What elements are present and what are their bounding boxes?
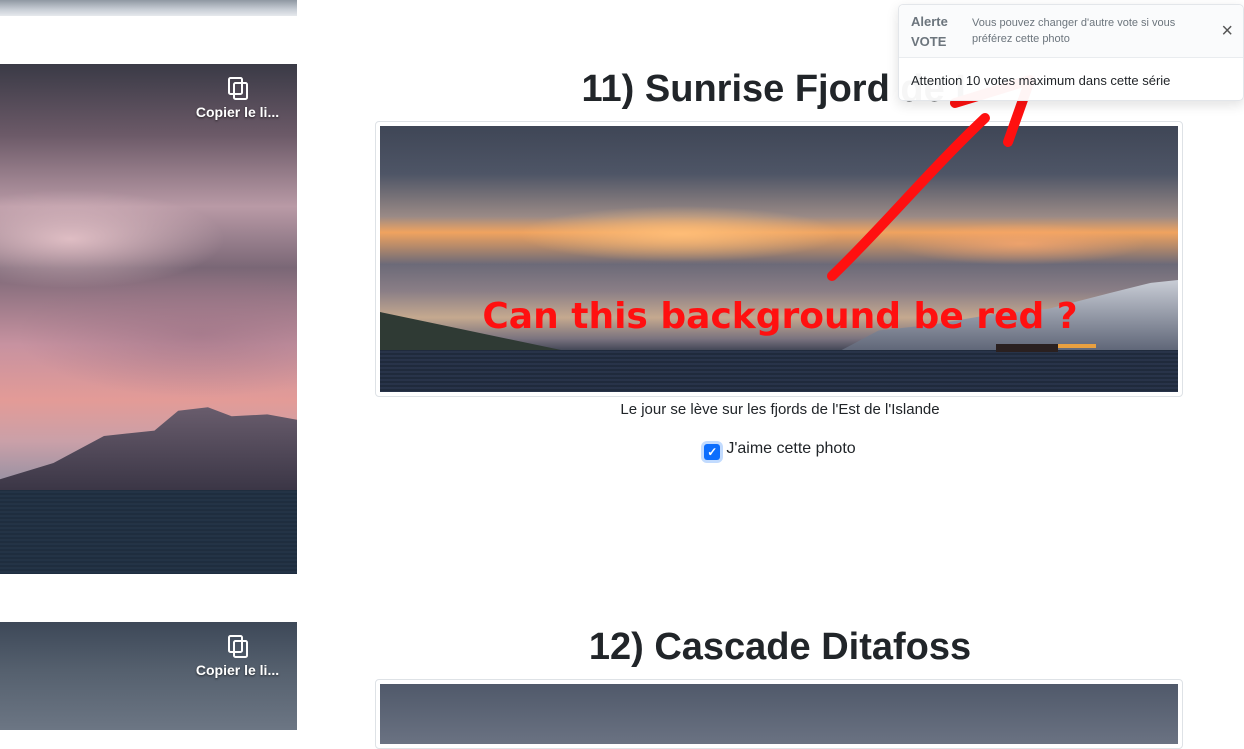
toast-header: Alerte VOTE Vous pouvez changer d'autre … bbox=[899, 5, 1243, 58]
close-icon[interactable]: × bbox=[1221, 21, 1233, 41]
copy-icon bbox=[227, 635, 248, 658]
toast-title: Alerte bbox=[911, 14, 948, 29]
photo-sea bbox=[380, 350, 1178, 392]
thumbnail-photo-12[interactable]: Copier le li... bbox=[0, 622, 297, 730]
photo-caption: Le jour se lève sur les fjords de l'Est … bbox=[620, 401, 940, 418]
like-checkbox-row[interactable]: ✓ J'aime cette photo bbox=[376, 440, 1184, 460]
toast-subtitle: Vous pouvez changer d'autre vote si vous… bbox=[972, 17, 1176, 45]
thumbnail-previous[interactable] bbox=[0, 0, 297, 16]
toast-message: Attention 10 votes maximum dans cette sé… bbox=[911, 73, 1171, 88]
thumbnail-mountain bbox=[0, 407, 297, 490]
photo-frame bbox=[375, 121, 1183, 397]
photo-boat bbox=[996, 344, 1058, 352]
annotation-text: Can this background be red ? bbox=[482, 296, 1078, 337]
copy-link-label: Copier le li... bbox=[195, 662, 280, 678]
thumbnail-water bbox=[0, 490, 297, 574]
photo-image[interactable] bbox=[380, 126, 1178, 392]
copy-icon bbox=[227, 77, 248, 100]
vote-alert-toast: Alerte VOTE Vous pouvez changer d'autre … bbox=[898, 4, 1244, 101]
thumbnail-photo-11[interactable]: Copier le li... bbox=[0, 64, 297, 574]
photo-image[interactable] bbox=[380, 684, 1178, 744]
toast-title-secondary: VOTE bbox=[911, 34, 947, 49]
copy-link-button[interactable]: Copier le li... bbox=[190, 634, 285, 678]
photo-title: 12) Cascade Ditafoss bbox=[588, 626, 972, 668]
copy-link-label: Copier le li... bbox=[195, 104, 280, 120]
photo-frame bbox=[375, 679, 1183, 749]
like-label: J'aime cette photo bbox=[726, 440, 856, 457]
like-checkbox[interactable]: ✓ bbox=[704, 444, 721, 460]
copy-link-button[interactable]: Copier le li... bbox=[190, 76, 285, 120]
